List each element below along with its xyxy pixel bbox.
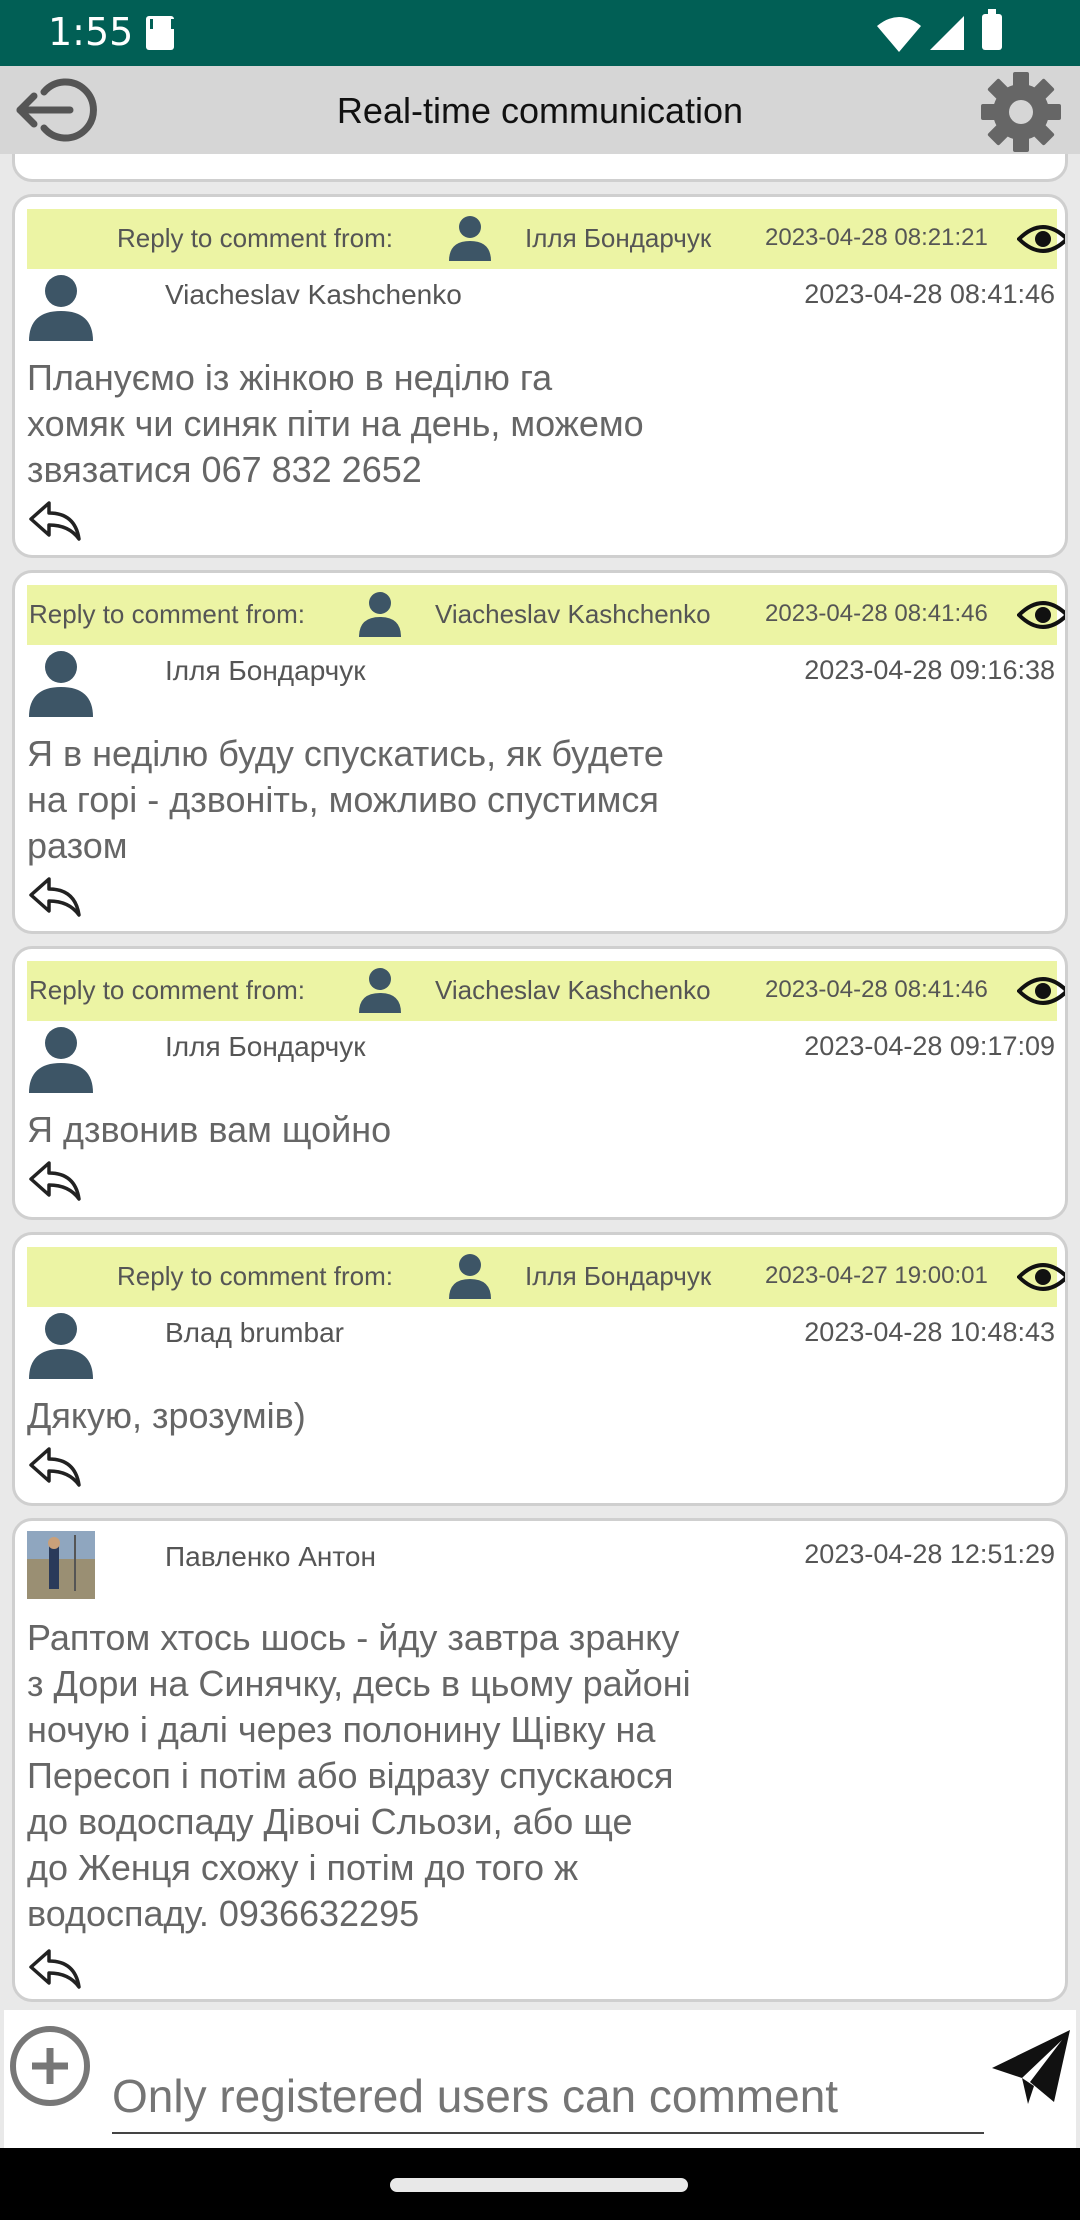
comment-text: Дякую, зрозумів) bbox=[27, 1395, 306, 1436]
reply-reference[interactable]: Reply to comment from: Viacheslav Kashch… bbox=[27, 961, 1065, 1021]
reply-reference[interactable]: Reply to comment from: Ілля Бондарчук 20… bbox=[27, 209, 1065, 269]
eye-icon[interactable] bbox=[1017, 595, 1068, 635]
system-nav-bar bbox=[0, 2148, 1080, 2220]
person-icon bbox=[359, 592, 401, 637]
send-icon[interactable] bbox=[988, 2024, 1074, 2110]
person-icon bbox=[449, 1254, 491, 1299]
comment-text: Раптом хтось шось - йду завтра зранку з … bbox=[27, 1617, 691, 1934]
reply-icon[interactable] bbox=[27, 497, 83, 543]
reply-icon[interactable] bbox=[27, 154, 83, 155]
comment-date: 2023-04-28 10:48:43 bbox=[804, 1317, 1055, 1347]
comment-card: Reply to comment from: Ілля Бондарчук 20… bbox=[12, 1232, 1068, 1506]
battery-icon bbox=[982, 9, 1002, 50]
home-handle[interactable] bbox=[390, 2178, 688, 2192]
comment-card: Reply to comment from: Ілля Бондарчук 20… bbox=[12, 194, 1068, 558]
reply-icon[interactable] bbox=[27, 1945, 83, 1991]
reply-label: Reply to comment from: bbox=[117, 1261, 393, 1291]
comment-text: Я дзвонив вам щойно bbox=[27, 1109, 392, 1150]
comment-text: Плануємо із жінкою в неділю га хомяк чи … bbox=[27, 357, 644, 490]
reply-date: 2023-04-28 08:21:21 bbox=[765, 224, 988, 251]
reply-label: Reply to comment from: bbox=[29, 599, 305, 629]
comment-card: Павленко Антон 2023-04-28 12:51:29 Рапто… bbox=[12, 1518, 1068, 2002]
reply-reference[interactable]: Reply to comment from: Ілля Бондарчук 20… bbox=[27, 1247, 1065, 1307]
avatar[interactable] bbox=[27, 1311, 95, 1379]
comment-author: Павленко Антон bbox=[165, 1541, 376, 1572]
person-icon bbox=[359, 968, 401, 1013]
comment-composer bbox=[4, 2010, 1076, 2148]
comment-author: Ілля Бондарчук bbox=[165, 655, 366, 686]
reply-label: Reply to comment from: bbox=[29, 975, 305, 1005]
eye-icon[interactable] bbox=[1017, 219, 1068, 259]
reply-date: 2023-04-28 08:41:46 bbox=[765, 600, 988, 627]
add-icon[interactable] bbox=[8, 2024, 92, 2108]
reply-icon[interactable] bbox=[27, 1443, 83, 1489]
sd-card-icon bbox=[146, 16, 174, 50]
avatar[interactable] bbox=[27, 1025, 95, 1093]
comment-author: Ілля Бондарчук bbox=[165, 1031, 366, 1062]
comment-author: Viacheslav Kashchenko bbox=[165, 279, 462, 310]
comment-feed[interactable]: Reply to comment from: Ілля Бондарчук 20… bbox=[0, 154, 1080, 2010]
signal-icon bbox=[930, 16, 964, 50]
reply-label: Reply to comment from: bbox=[117, 223, 393, 253]
comment-input[interactable] bbox=[112, 2060, 984, 2134]
comment-card: Reply to comment from: Viacheslav Kashch… bbox=[12, 946, 1068, 1220]
comment-date: 2023-04-28 08:41:46 bbox=[804, 279, 1055, 309]
reply-date: 2023-04-28 08:41:46 bbox=[765, 976, 988, 1003]
avatar-photo[interactable] bbox=[27, 1531, 95, 1599]
eye-icon[interactable] bbox=[1017, 971, 1068, 1011]
comment-author: Влад brumbar bbox=[165, 1317, 344, 1348]
reply-icon[interactable] bbox=[27, 1157, 83, 1203]
reply-author: Viacheslav Kashchenko bbox=[435, 975, 711, 1005]
status-bar: 1:55 bbox=[0, 0, 1080, 66]
comment-card: Reply to comment from: Viacheslav Kashch… bbox=[12, 570, 1068, 934]
avatar[interactable] bbox=[27, 649, 95, 717]
comment-date: 2023-04-28 12:51:29 bbox=[804, 1539, 1055, 1569]
app-bar: Real-time communication bbox=[0, 66, 1080, 154]
wifi-icon bbox=[877, 17, 921, 52]
reply-author: Ілля Бондарчук bbox=[525, 223, 712, 253]
reply-date: 2023-04-27 19:00:01 bbox=[765, 1262, 988, 1289]
comment-card bbox=[12, 154, 1068, 182]
comment-date: 2023-04-28 09:16:38 bbox=[804, 655, 1055, 685]
status-time: 1:55 bbox=[48, 10, 134, 54]
eye-icon[interactable] bbox=[1017, 1257, 1068, 1297]
reply-author: Ілля Бондарчук bbox=[525, 1261, 712, 1291]
reply-author: Viacheslav Kashchenko bbox=[435, 599, 711, 629]
comment-text: Я в неділю буду спускатись, як будете на… bbox=[27, 733, 664, 866]
avatar[interactable] bbox=[27, 273, 95, 341]
reply-reference[interactable]: Reply to comment from: Viacheslav Kashch… bbox=[27, 585, 1065, 645]
gear-icon[interactable] bbox=[976, 70, 1066, 154]
person-icon bbox=[449, 216, 491, 261]
page-title: Real-time communication bbox=[336, 90, 744, 131]
reply-icon[interactable] bbox=[27, 873, 83, 919]
comment-date: 2023-04-28 09:17:09 bbox=[804, 1031, 1055, 1061]
